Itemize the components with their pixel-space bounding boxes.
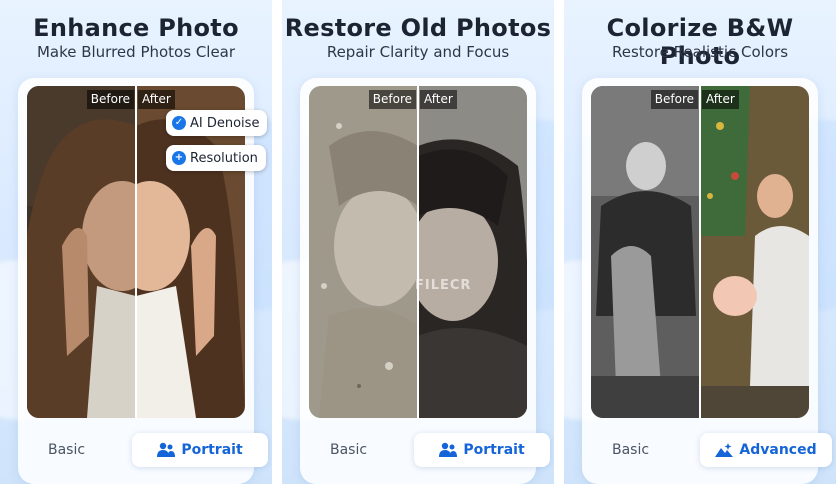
chip-label: AI Denoise <box>190 115 260 131</box>
mode-advanced-button[interactable]: Advanced <box>700 433 832 467</box>
panel-title: Colorize B&W Photo <box>606 14 794 70</box>
before-tag: Before <box>368 90 416 109</box>
comparison-divider[interactable] <box>699 86 701 418</box>
people-icon <box>439 442 458 457</box>
before-after-photo[interactable]: Before After <box>591 86 809 418</box>
resolution-chip[interactable]: + Resolution <box>166 145 266 171</box>
mode-portrait-button[interactable]: Portrait <box>414 433 550 467</box>
people-icon <box>157 442 176 457</box>
panel-restore-old-photos: Restore Old Photos Repair Clarity and Fo… <box>282 0 554 484</box>
before-image <box>27 86 136 418</box>
phone-card: Before After ✓ AI Denoise + Resolution B… <box>18 78 268 484</box>
chip-label: Resolution <box>190 150 258 166</box>
before-tag: Before <box>86 90 134 109</box>
mode-label: Advanced <box>739 442 817 458</box>
check-icon: ✓ <box>172 116 186 130</box>
panel-title: Restore Old Photos <box>284 14 552 42</box>
panel-colorize-bw-photo: Colorize B&W Photo Restore Realistic Col… <box>564 0 836 484</box>
before-image <box>309 86 418 418</box>
mode-label: Portrait <box>463 442 525 458</box>
panel-title: Enhance Photo <box>33 14 239 42</box>
before-after-photo[interactable]: Before After <box>309 86 527 418</box>
before-image <box>591 86 700 418</box>
mode-basic-option[interactable]: Basic <box>612 442 649 458</box>
after-tag: After <box>702 90 739 109</box>
mode-basic-option[interactable]: Basic <box>48 442 85 458</box>
panel-subtitle: Restore Realistic Colors <box>611 43 789 61</box>
before-tag: Before <box>650 90 698 109</box>
after-image <box>418 86 527 418</box>
ai-denoise-chip[interactable]: ✓ AI Denoise <box>166 110 268 136</box>
panel-subtitle: Make Blurred Photos Clear <box>36 43 236 61</box>
comparison-divider[interactable] <box>135 86 137 418</box>
mode-label: Portrait <box>181 442 243 458</box>
plus-icon: + <box>172 151 186 165</box>
panel-enhance-photo: Enhance Photo Make Blurred Photos Clear … <box>0 0 272 484</box>
mode-portrait-button[interactable]: Portrait <box>132 433 268 467</box>
mountain-sparkle-icon <box>715 443 734 457</box>
mode-basic-option[interactable]: Basic <box>330 442 367 458</box>
watermark-text: FILECR <box>415 278 472 293</box>
after-tag: After <box>420 90 457 109</box>
phone-card: Before After Basic Advanced <box>582 78 832 484</box>
after-tag: After <box>138 90 175 109</box>
comparison-divider[interactable] <box>417 86 419 418</box>
after-image <box>700 86 809 418</box>
panel-subtitle: Repair Clarity and Focus <box>326 43 510 61</box>
